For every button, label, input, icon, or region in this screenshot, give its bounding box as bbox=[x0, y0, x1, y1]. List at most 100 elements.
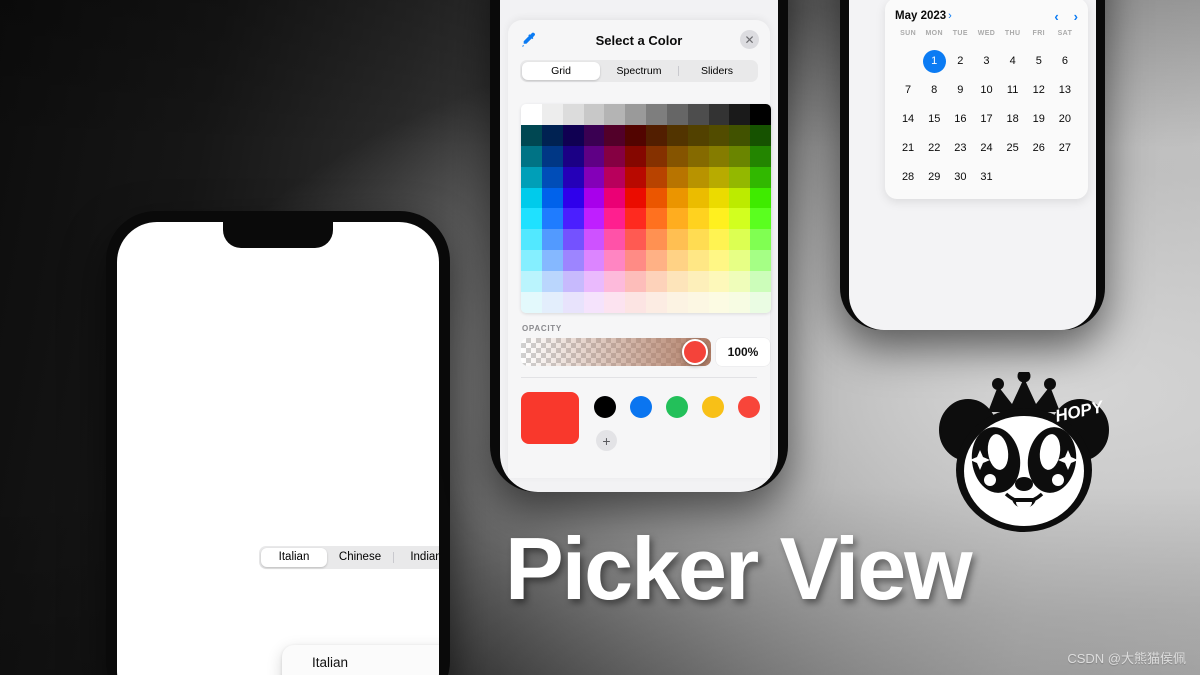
grid-cell-0-7[interactable] bbox=[666, 124, 688, 146]
eyedropper-icon[interactable] bbox=[520, 31, 538, 49]
calendar-day-5[interactable]: 5 bbox=[1026, 47, 1052, 76]
segmented-control[interactable]: ItalianChineseIndianAmerican bbox=[259, 546, 439, 569]
grid-cell-0-3[interactable] bbox=[583, 124, 605, 146]
grid-cell-4-3[interactable] bbox=[583, 208, 605, 230]
grid-cell-6-6[interactable] bbox=[646, 250, 667, 272]
color-picker-tabs[interactable]: Grid Spectrum Sliders bbox=[520, 60, 758, 82]
grid-cell-3-3[interactable] bbox=[583, 187, 605, 209]
grid-cell-7-8[interactable] bbox=[687, 271, 709, 293]
calendar-day-15[interactable]: 15 bbox=[921, 105, 947, 134]
calendar-day-25[interactable]: 25 bbox=[1000, 134, 1026, 163]
grid-cell-4-8[interactable] bbox=[687, 208, 709, 230]
calendar-day-19[interactable]: 19 bbox=[1026, 105, 1052, 134]
grid-cell-5-7[interactable] bbox=[666, 229, 688, 251]
segment-indian[interactable]: Indian bbox=[393, 548, 439, 567]
calendar-day-8[interactable]: 8 bbox=[921, 76, 947, 105]
grid-cell-1-7[interactable] bbox=[666, 145, 688, 167]
palette-dot-2[interactable] bbox=[666, 396, 688, 418]
grid-cell-7-5[interactable] bbox=[625, 271, 646, 293]
calendar-day-11[interactable]: 11 bbox=[1000, 76, 1026, 105]
grid-cell-2-7[interactable] bbox=[666, 166, 688, 188]
grid-cell-7-7[interactable] bbox=[666, 271, 688, 293]
grid-cell-4-6[interactable] bbox=[646, 208, 667, 230]
grid-cell-4-0[interactable] bbox=[521, 208, 542, 230]
grid-cell-gray-2[interactable] bbox=[562, 104, 584, 125]
grid-cell-6-8[interactable] bbox=[687, 250, 709, 272]
calendar-day-7[interactable]: 7 bbox=[895, 76, 921, 105]
grid-cell-3-4[interactable] bbox=[604, 187, 626, 209]
calendar-day-29[interactable]: 29 bbox=[921, 163, 947, 192]
grid-cell-0-5[interactable] bbox=[625, 124, 646, 146]
grid-cell-4-2[interactable] bbox=[562, 208, 584, 230]
calendar-day-9[interactable]: 9 bbox=[947, 76, 973, 105]
grid-cell-gray-3[interactable] bbox=[583, 104, 605, 125]
calendar-day-21[interactable]: 21 bbox=[895, 134, 921, 163]
calendar-month-button[interactable]: May 2023 › bbox=[895, 10, 952, 22]
chevron-left-icon[interactable]: ‹ bbox=[1054, 9, 1058, 24]
grid-cell-6-10[interactable] bbox=[729, 250, 751, 272]
grid-cell-7-6[interactable] bbox=[646, 271, 667, 293]
grid-cell-3-0[interactable] bbox=[521, 187, 542, 209]
grid-cell-6-4[interactable] bbox=[604, 250, 626, 272]
grid-cell-8-6[interactable] bbox=[646, 292, 667, 313]
grid-cell-8-4[interactable] bbox=[604, 292, 626, 313]
grid-cell-2-4[interactable] bbox=[604, 166, 626, 188]
grid-cell-gray-1[interactable] bbox=[541, 104, 563, 125]
grid-cell-7-11[interactable] bbox=[750, 271, 771, 293]
grid-cell-8-1[interactable] bbox=[541, 292, 563, 313]
calendar-day-12[interactable]: 12 bbox=[1026, 76, 1052, 105]
calendar-day-13[interactable]: 13 bbox=[1052, 76, 1078, 105]
grid-cell-1-6[interactable] bbox=[646, 145, 667, 167]
grid-cell-0-11[interactable] bbox=[750, 124, 771, 146]
grid-cell-1-2[interactable] bbox=[562, 145, 584, 167]
palette-dot-1[interactable] bbox=[630, 396, 652, 418]
grid-cell-7-9[interactable] bbox=[708, 271, 730, 293]
grid-cell-7-2[interactable] bbox=[562, 271, 584, 293]
tab-spectrum[interactable]: Spectrum bbox=[600, 62, 678, 80]
grid-cell-3-5[interactable] bbox=[625, 187, 646, 209]
grid-cell-gray-5[interactable] bbox=[625, 104, 646, 125]
grid-cell-5-8[interactable] bbox=[687, 229, 709, 251]
grid-cell-5-4[interactable] bbox=[604, 229, 626, 251]
grid-cell-gray-4[interactable] bbox=[604, 104, 626, 125]
calendar-day-26[interactable]: 26 bbox=[1026, 134, 1052, 163]
grid-cell-0-8[interactable] bbox=[687, 124, 709, 146]
calendar-day-30[interactable]: 30 bbox=[947, 163, 973, 192]
grid-cell-1-1[interactable] bbox=[541, 145, 563, 167]
calendar-day-14[interactable]: 14 bbox=[895, 105, 921, 134]
segment-italian[interactable]: Italian bbox=[261, 548, 327, 567]
grid-cell-5-1[interactable] bbox=[541, 229, 563, 251]
grid-cell-2-2[interactable] bbox=[562, 166, 584, 188]
grid-cell-0-4[interactable] bbox=[604, 124, 626, 146]
calendar-day-3[interactable]: 3 bbox=[973, 47, 999, 76]
palette-row[interactable] bbox=[594, 396, 760, 418]
grid-cell-4-7[interactable] bbox=[666, 208, 688, 230]
grid-cell-1-3[interactable] bbox=[583, 145, 605, 167]
calendar-day-31[interactable]: 31 bbox=[973, 163, 999, 192]
grid-cell-7-1[interactable] bbox=[541, 271, 563, 293]
grid-cell-5-2[interactable] bbox=[562, 229, 584, 251]
grid-cell-7-4[interactable] bbox=[604, 271, 626, 293]
grid-cell-5-11[interactable] bbox=[750, 229, 771, 251]
grid-cell-0-10[interactable] bbox=[729, 124, 751, 146]
grid-cell-8-9[interactable] bbox=[708, 292, 730, 313]
grid-cell-2-11[interactable] bbox=[750, 166, 771, 188]
selected-color-swatch[interactable] bbox=[521, 392, 579, 444]
grid-cell-3-2[interactable] bbox=[562, 187, 584, 209]
grid-cell-4-11[interactable] bbox=[750, 208, 771, 230]
grid-cell-6-0[interactable] bbox=[521, 250, 542, 272]
grid-cell-0-6[interactable] bbox=[646, 124, 667, 146]
calendar-day-22[interactable]: 22 bbox=[921, 134, 947, 163]
calendar-day-27[interactable]: 27 bbox=[1052, 134, 1078, 163]
dropdown-item-italian[interactable]: Italian bbox=[282, 645, 439, 675]
grid-cell-0-0[interactable] bbox=[521, 124, 542, 146]
grid-cell-1-11[interactable] bbox=[750, 145, 771, 167]
grid-cell-6-9[interactable] bbox=[708, 250, 730, 272]
chevron-right-icon[interactable]: › bbox=[1074, 9, 1078, 24]
calendar-day-23[interactable]: 23 bbox=[947, 134, 973, 163]
grid-cell-gray-11[interactable] bbox=[750, 104, 771, 125]
grid-cell-8-8[interactable] bbox=[687, 292, 709, 313]
grid-cell-5-6[interactable] bbox=[646, 229, 667, 251]
calendar-day-grid[interactable]: 1 2 3 4 5 6 7 8 9 10 11 12 13 14 15 16 17 18 19 20 21 22 23 24 2… bbox=[895, 47, 1078, 192]
grid-cell-8-10[interactable] bbox=[729, 292, 751, 313]
